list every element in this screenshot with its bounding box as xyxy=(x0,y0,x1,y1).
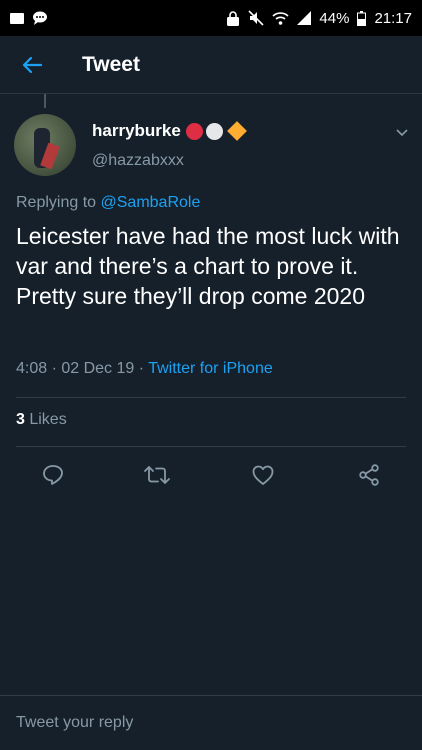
retweet-button[interactable] xyxy=(140,458,174,492)
like-icon xyxy=(252,465,274,485)
notification-icon xyxy=(10,12,24,24)
mute-icon xyxy=(248,10,264,26)
page-title: Tweet xyxy=(82,52,140,76)
arrow-left-icon xyxy=(22,56,43,73)
app-bar: Tweet xyxy=(0,36,422,94)
share-icon xyxy=(359,464,379,486)
divider xyxy=(16,446,406,447)
reply-bar: Tweet your reply xyxy=(0,695,422,750)
battery-percent: 44% xyxy=(319,9,350,27)
white-circle-icon xyxy=(205,122,223,140)
wifi-icon xyxy=(272,11,289,25)
thread-line xyxy=(44,94,46,108)
user-handle[interactable]: @hazzabxxx xyxy=(92,152,184,170)
replying-prefix: Replying to xyxy=(16,194,101,211)
like-button[interactable] xyxy=(246,458,280,492)
author-name-row[interactable]: harryburke xyxy=(92,121,247,141)
action-bar xyxy=(0,458,422,498)
clock: 21:17 xyxy=(374,9,412,27)
chevron-down-icon xyxy=(396,129,408,137)
reply-icon xyxy=(43,465,63,485)
chat-bubble-icon xyxy=(33,11,47,25)
share-button[interactable] xyxy=(352,458,386,492)
lock-icon xyxy=(227,10,240,26)
orange-diamond-icon xyxy=(226,121,247,141)
back-button[interactable] xyxy=(6,36,58,94)
signal-icon xyxy=(297,11,312,25)
retweet-icon xyxy=(144,466,170,484)
status-bar: 44% 21:17 xyxy=(0,0,422,36)
avatar[interactable] xyxy=(14,114,76,176)
likes-count: 3 xyxy=(16,411,25,428)
tweet-timestamp: 4:08 · 02 Dec 19 · xyxy=(16,360,149,377)
battery-icon xyxy=(357,10,367,26)
reply-button[interactable] xyxy=(36,458,70,492)
tweet-source-link[interactable]: Twitter for iPhone xyxy=(148,360,273,377)
divider xyxy=(16,397,406,398)
display-name[interactable]: harryburke xyxy=(92,121,181,141)
likes-link[interactable]: 3 Likes xyxy=(16,411,67,429)
replying-to-link[interactable]: @SambaRole xyxy=(101,194,201,211)
tweet-text: Leicester have had the most luck with va… xyxy=(16,223,400,309)
tweet-meta: 4:08 · 02 Dec 19 · Twitter for iPhone xyxy=(16,360,273,378)
reply-input[interactable]: Tweet your reply xyxy=(16,714,133,732)
tweet-menu-button[interactable] xyxy=(392,122,412,142)
replying-to: Replying to @SambaRole xyxy=(16,194,200,212)
likes-label: Likes xyxy=(24,411,67,428)
red-circle-icon xyxy=(185,122,203,140)
